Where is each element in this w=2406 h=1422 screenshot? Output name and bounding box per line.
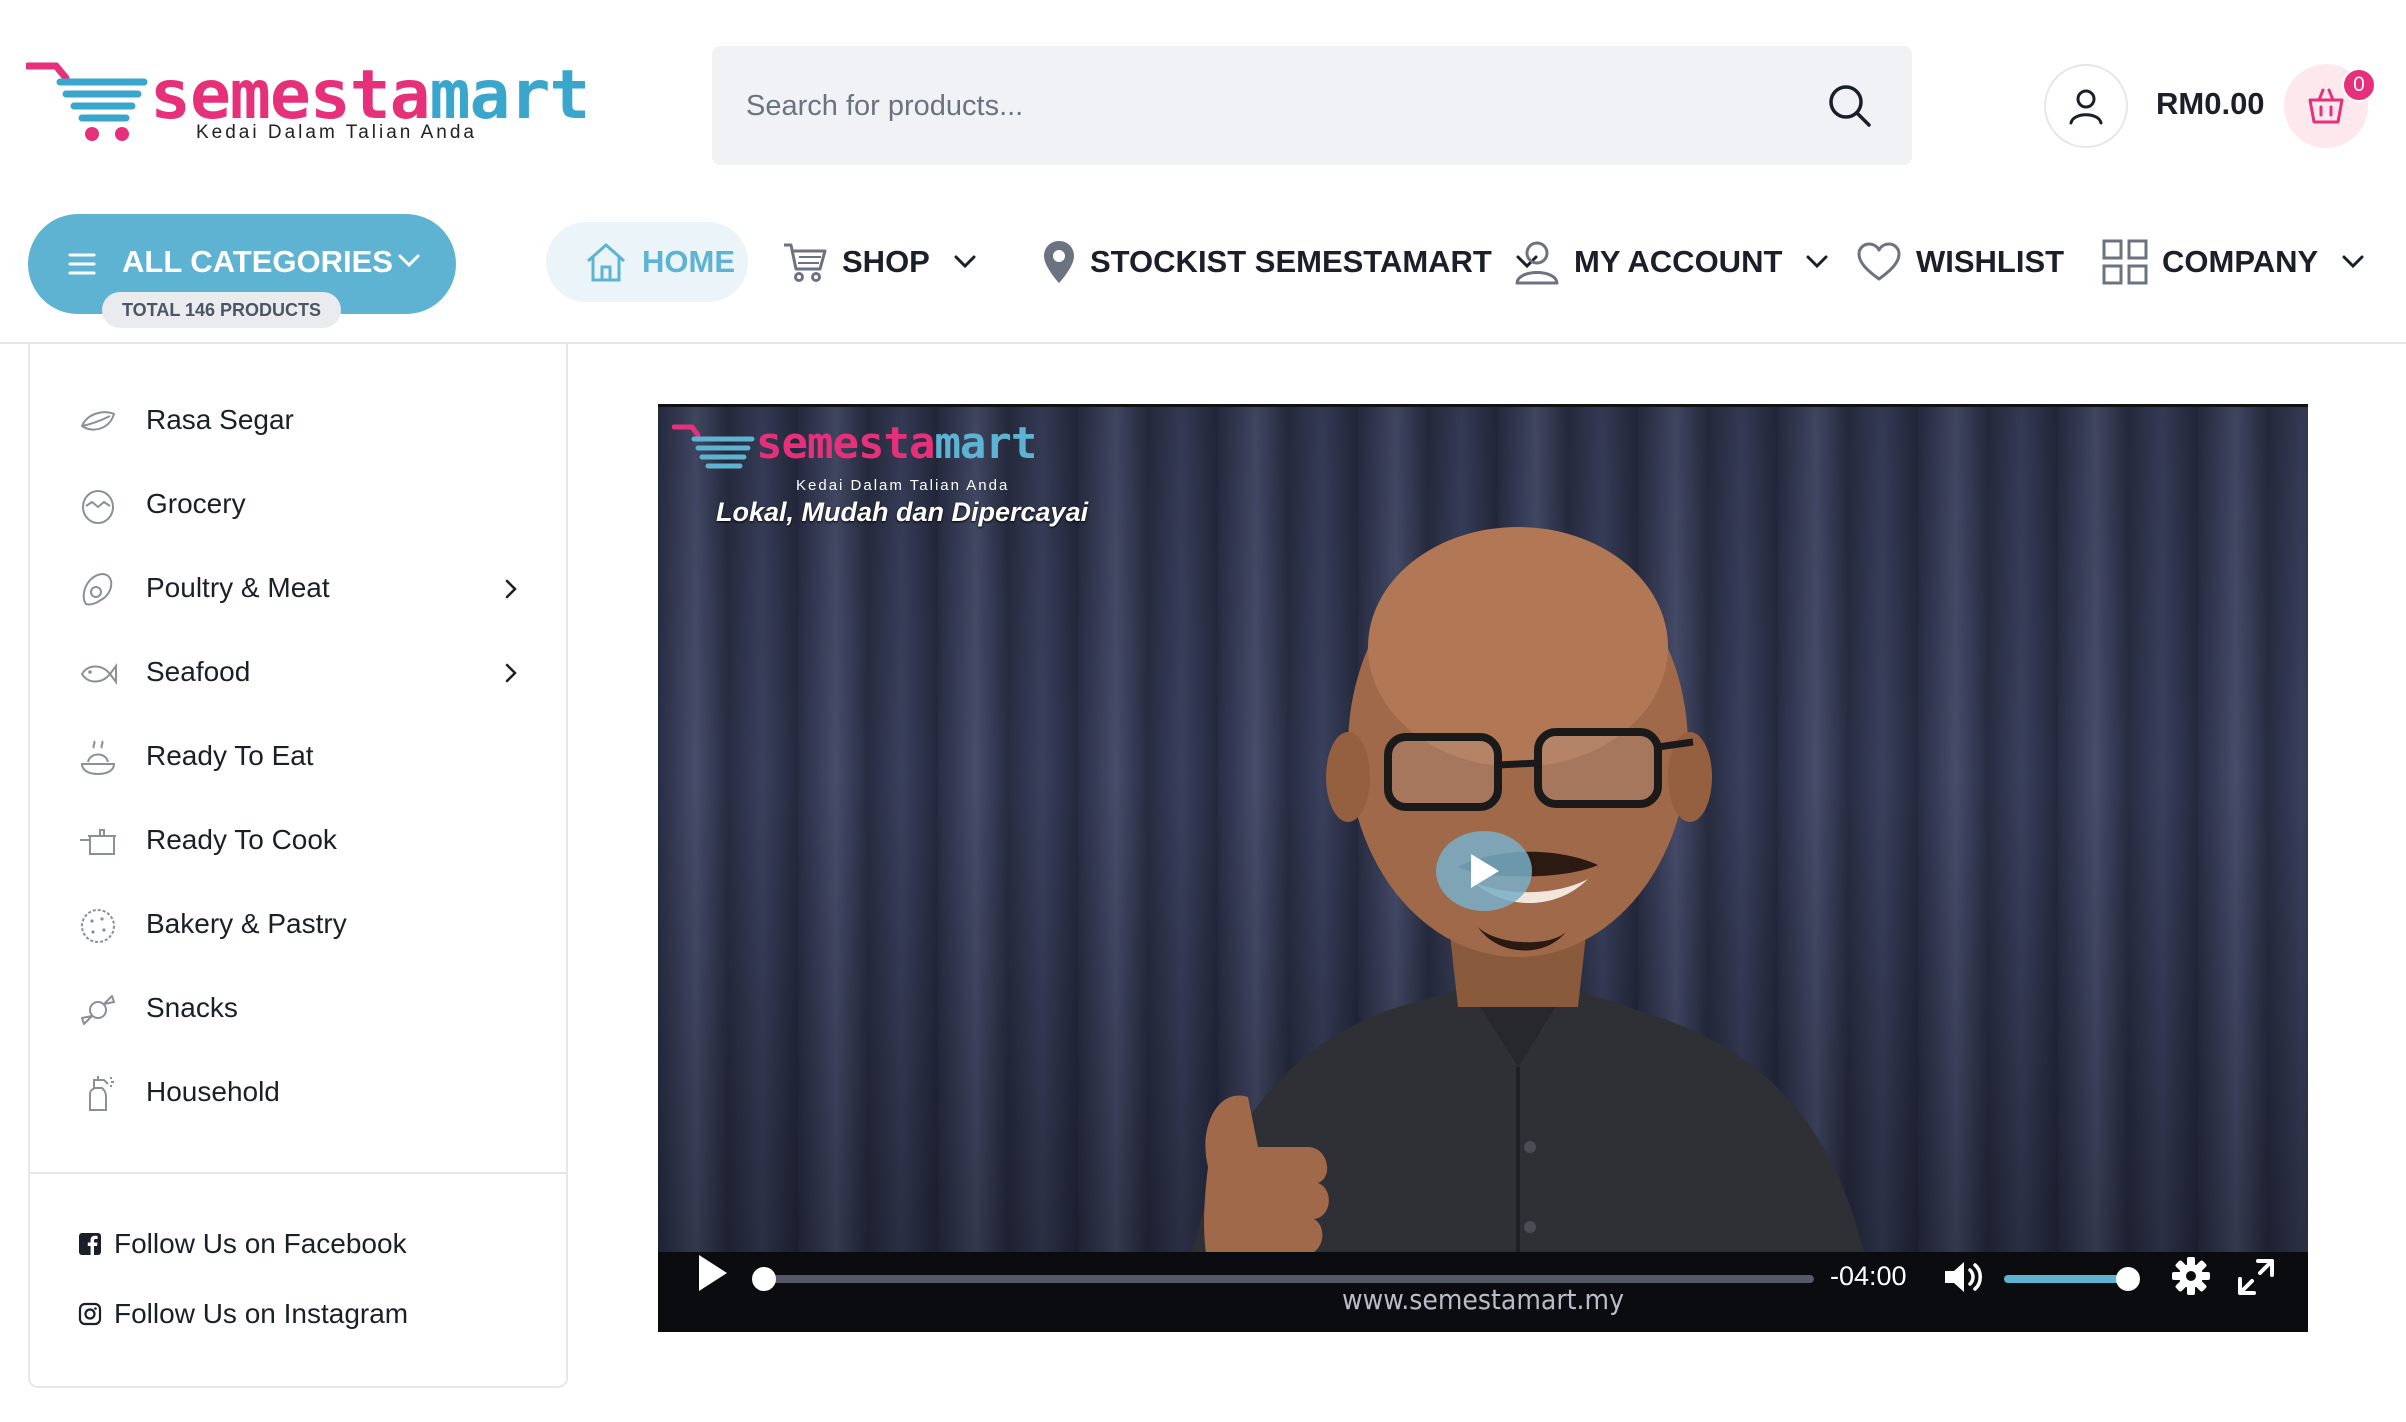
account-button[interactable] [2044, 64, 2128, 148]
category-item-bakery-pastry[interactable]: Bakery & Pastry [28, 884, 564, 968]
dish-icon [80, 740, 116, 776]
category-label: Snacks [146, 992, 238, 1023]
cart-total[interactable]: RM0.00 [2156, 86, 2265, 122]
cart-count-badge: 0 [2342, 68, 2376, 102]
cart-icon [784, 243, 827, 282]
progress-handle[interactable] [752, 1267, 776, 1291]
volume-icon[interactable] [1942, 1257, 1986, 1297]
category-item-seafood[interactable]: Seafood [28, 632, 564, 716]
all-categories-label: ALL CATEGORIES [122, 244, 393, 279]
heart-icon [1857, 242, 1901, 281]
instagram-label: Follow Us on Instagram [114, 1298, 409, 1329]
category-label: Grocery [146, 488, 246, 519]
big-play-button[interactable] [1436, 831, 1532, 911]
site-logo[interactable]: semestamart Kedai Dalam Talian Anda [26, 58, 590, 158]
video-watermark: www.semestamart.my [1342, 1283, 1624, 1316]
pot-icon [80, 829, 116, 855]
fish-icon [80, 663, 117, 685]
category-item-ready-to-cook[interactable]: Ready To Cook [28, 800, 564, 884]
instagram-icon [78, 1302, 102, 1326]
nav-my-account[interactable]: MY ACCOUNT [1514, 222, 1828, 302]
category-label: Poultry & Meat [146, 572, 330, 603]
logo-tagline: Kedai Dalam Talian Anda [196, 122, 477, 143]
video-logo-wordmark: semestamart [756, 418, 1037, 469]
nav-wishlist[interactable]: WISHLIST [1856, 222, 2064, 302]
category-label: Bakery & Pastry [146, 908, 347, 939]
nav-home[interactable]: HOME [546, 222, 748, 302]
chevron-right-icon [505, 663, 517, 683]
nav-shop-label: SHOP [842, 244, 930, 279]
category-item-household[interactable]: Household [28, 1052, 564, 1136]
nav-home-label: HOME [642, 244, 735, 279]
egg-icon [82, 490, 114, 524]
leaf-icon [80, 411, 116, 431]
facebook-label: Follow Us on Facebook [114, 1228, 407, 1259]
nav-wishlist-label: WISHLIST [1916, 244, 2065, 279]
cookie-icon [81, 909, 115, 943]
sidebar-divider [30, 1172, 566, 1174]
category-item-ready-to-eat[interactable]: Ready To Eat [28, 716, 564, 800]
video-player[interactable]: semestamart Kedai Dalam Talian Anda Loka… [658, 404, 2308, 1332]
video-tagline: Lokal, Mudah dan Dipercayai [716, 497, 1089, 527]
category-label: Ready To Eat [146, 740, 314, 771]
video-logo-tagline: Kedai Dalam Talian Anda [796, 477, 1010, 494]
chevron-down-icon [2342, 255, 2364, 269]
search-input[interactable]: Search for products... [746, 90, 1023, 123]
nav-shop[interactable]: SHOP [782, 222, 976, 302]
time-remaining: -04:00 [1830, 1261, 1907, 1291]
nav-my-account-label: MY ACCOUNT [1574, 244, 1783, 279]
nav-company[interactable]: COMPANY [2102, 222, 2364, 302]
facebook-icon [79, 1233, 101, 1255]
fullscreen-icon[interactable] [2236, 1257, 2276, 1297]
chevron-down-icon [398, 254, 420, 268]
category-item-poultry-meat[interactable]: Poultry & Meat [28, 548, 564, 632]
volume-handle[interactable] [2116, 1267, 2140, 1291]
play-icon[interactable] [696, 1253, 730, 1293]
menu-icon [68, 253, 96, 275]
category-label: Ready To Cook [146, 824, 337, 855]
grid-icon [2102, 239, 2148, 285]
chevron-down-icon [1806, 255, 1828, 269]
category-item-snacks[interactable]: Snacks [28, 968, 564, 1052]
instagram-link[interactable]: Follow Us on Instagram [78, 1294, 408, 1334]
candy-icon [81, 995, 115, 1025]
play-icon [1471, 854, 1499, 888]
progress-bar[interactable] [764, 1275, 1814, 1283]
user-icon [2069, 89, 2103, 125]
category-label: Seafood [146, 656, 251, 687]
search-icon[interactable] [1826, 82, 1874, 130]
cart-logo-icon [672, 424, 755, 469]
meat-icon [82, 572, 113, 606]
facebook-link[interactable]: Follow Us on Facebook [78, 1224, 407, 1264]
chevron-right-icon [505, 579, 517, 599]
nav-company-label: COMPANY [2162, 244, 2319, 279]
category-item-rasa-segar[interactable]: Rasa Segar [28, 380, 564, 464]
chevron-down-icon [954, 255, 976, 269]
nav-stockist-label: STOCKIST SEMESTAMART [1090, 244, 1492, 279]
map-pin-icon [1044, 241, 1074, 283]
volume-slider[interactable] [2004, 1275, 2124, 1283]
cart-logo-icon [26, 62, 148, 141]
category-label: Household [146, 1076, 280, 1107]
settings-icon[interactable] [2170, 1255, 2212, 1297]
video-overlay-logo: semestamart Kedai Dalam Talian Anda [672, 419, 1092, 499]
shopping-bag-icon [2308, 88, 2344, 124]
nav-stockist[interactable]: STOCKIST SEMESTAMART [1042, 222, 1538, 302]
home-icon [587, 243, 625, 282]
search-bar[interactable]: Search for products... [712, 46, 1912, 165]
total-products-badge: TOTAL 146 PRODUCTS [102, 292, 342, 328]
category-item-grocery[interactable]: Grocery [28, 464, 564, 548]
spray-icon [89, 1076, 114, 1111]
category-label: Rasa Segar [146, 404, 294, 435]
user-icon [1515, 241, 1559, 285]
